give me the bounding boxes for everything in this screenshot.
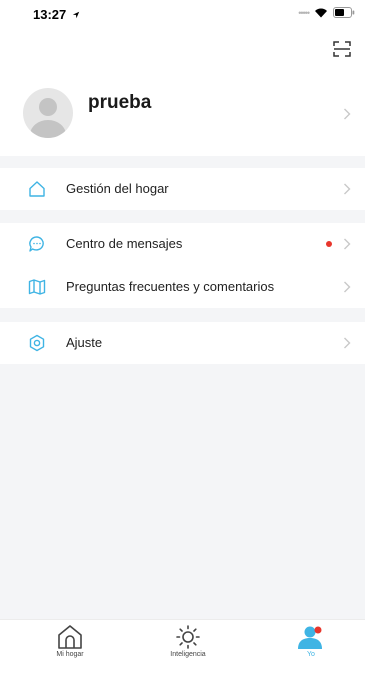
scan-icon: [333, 41, 351, 57]
avatar: [23, 88, 73, 138]
chevron-right-icon: [344, 183, 351, 195]
sun-icon: [176, 625, 200, 649]
menu-item-home-management[interactable]: Gestión del hogar: [0, 168, 365, 210]
menu-item-label: Centro de mensajes: [66, 236, 183, 251]
menu-item-label: Gestión del hogar: [66, 181, 169, 196]
signal-dots-icon: •••••: [298, 7, 310, 18]
person-icon: [298, 626, 322, 649]
chevron-right-icon: [344, 337, 351, 349]
tab-yo[interactable]: Yo: [271, 624, 351, 668]
section-divider: [0, 210, 365, 223]
section-divider: [0, 308, 365, 322]
menu-item-settings[interactable]: Ajuste: [0, 322, 365, 364]
menu-item-messages[interactable]: Centro de mensajes: [0, 223, 365, 265]
tab-label: Inteligencia: [170, 651, 206, 658]
section-divider: [0, 156, 365, 168]
menu-item-faq[interactable]: Preguntas frecuentes y comentarios: [0, 266, 365, 308]
tab-label: Yo: [307, 651, 315, 658]
status-time: 13:27: [33, 7, 80, 22]
empty-area: [0, 364, 365, 619]
book-icon: [28, 279, 46, 295]
profile-name: prueba: [88, 92, 152, 113]
house-icon: [29, 181, 45, 197]
house-icon: [58, 625, 82, 649]
status-time-text: 13:27: [33, 7, 67, 22]
notification-dot: [326, 241, 332, 247]
chevron-right-icon: [344, 238, 351, 250]
tab-bar: Mi hogar Inteligencia Yo: [0, 619, 365, 673]
wifi-icon: [315, 8, 327, 17]
scan-button[interactable]: [331, 38, 353, 60]
chevron-right-icon: [344, 108, 351, 120]
gear-hexagon-icon: [29, 334, 45, 352]
tab-label: Mi hogar: [56, 651, 84, 658]
status-bar: 13:27 •••••: [0, 0, 365, 28]
battery-icon: [333, 7, 355, 18]
menu-item-label: Ajuste: [66, 335, 103, 350]
profile-card[interactable]: prueba: [0, 74, 365, 156]
status-indicators: •••••: [298, 7, 355, 18]
chat-icon: [29, 236, 44, 252]
tab-mi-hogar[interactable]: Mi hogar: [30, 624, 110, 668]
menu-item-label: Preguntas frecuentes y comentarios: [66, 279, 275, 294]
tab-inteligencia[interactable]: Inteligencia: [148, 624, 228, 668]
chevron-right-icon: [344, 281, 351, 293]
location-arrow-icon: [72, 11, 80, 19]
